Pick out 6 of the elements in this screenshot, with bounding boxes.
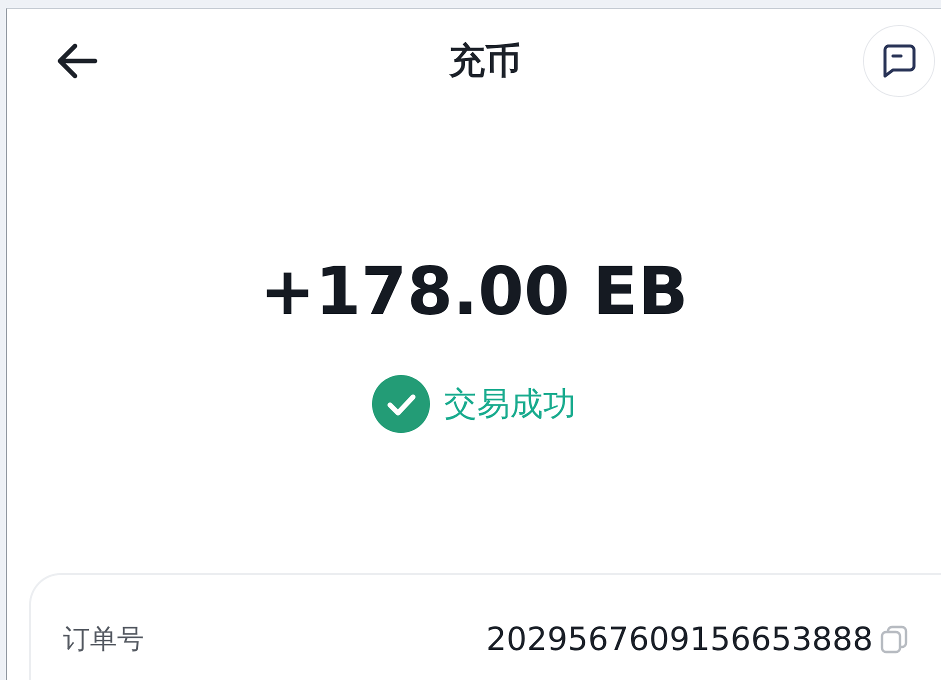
order-number: 2029567609156653888	[486, 620, 873, 658]
amount-text: +178.00 EB	[260, 259, 688, 325]
status-text: 交易成功	[444, 382, 576, 424]
page-title: 充币	[449, 40, 521, 84]
back-arrow-icon	[55, 41, 99, 81]
field-label: 订单号	[63, 623, 144, 657]
